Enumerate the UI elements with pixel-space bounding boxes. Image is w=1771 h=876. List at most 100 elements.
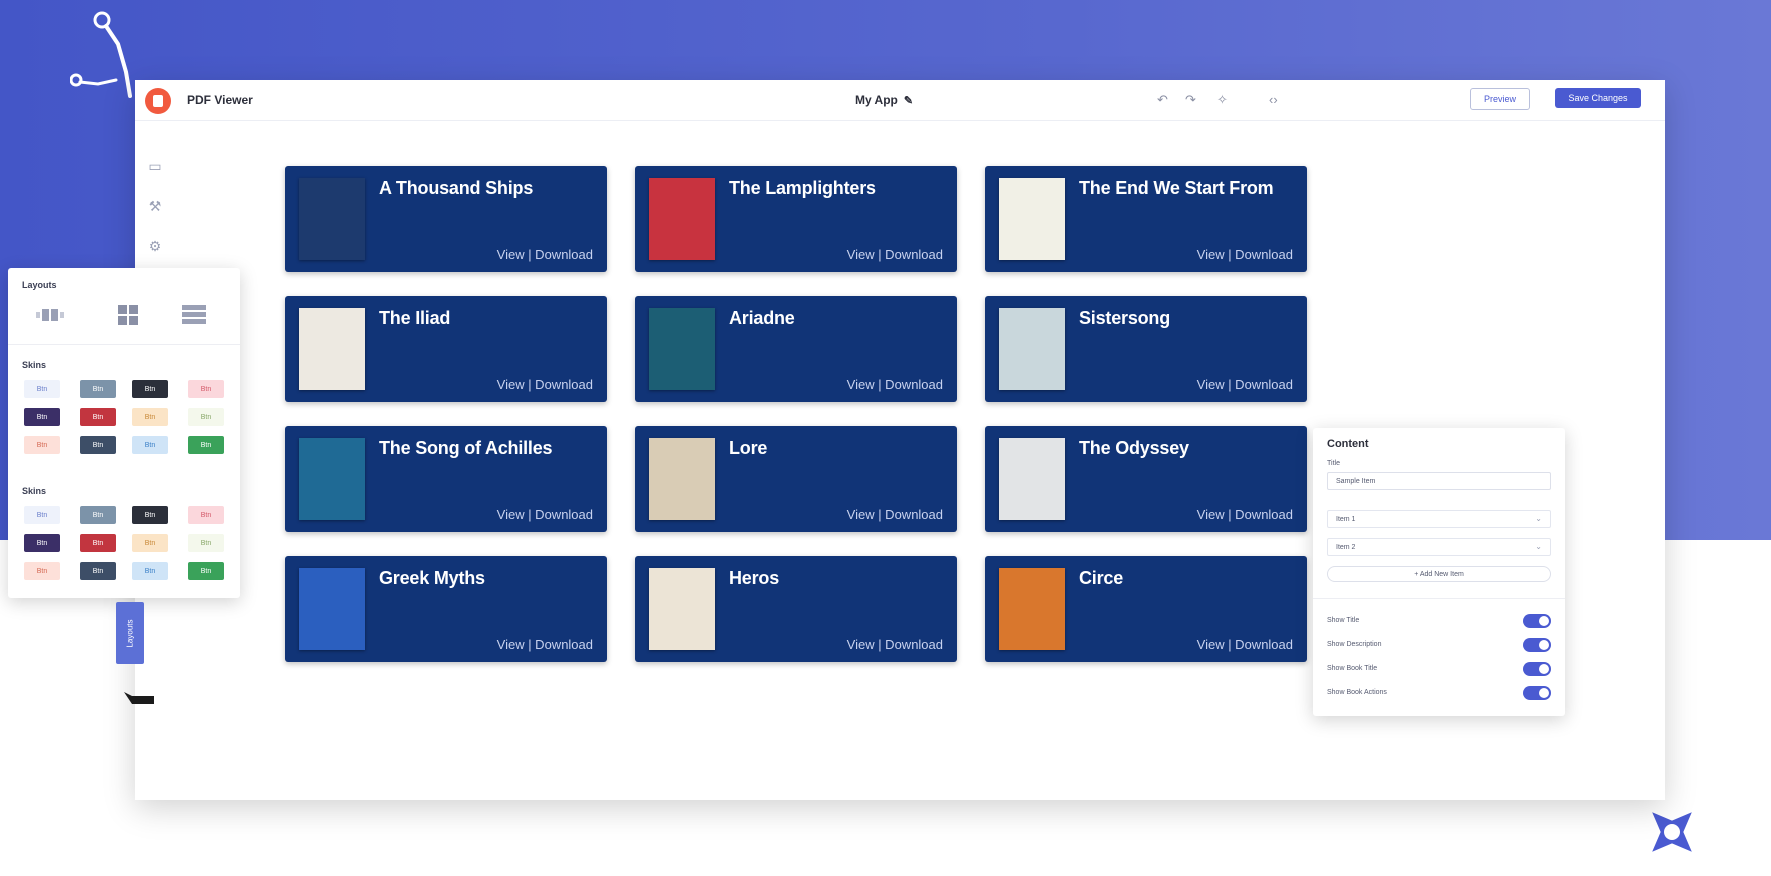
add-item-button[interactable]: + Add New Item [1327,566,1551,582]
skin-swatch[interactable]: Btn [24,562,60,580]
skins-section-title-2: Skins [22,486,47,496]
book-card[interactable]: Ariadne View | Download [635,296,957,402]
toggle-switch[interactable] [1523,686,1551,700]
settings-icon[interactable]: ⚙ [147,238,163,254]
skin-swatch[interactable]: Btn [132,380,168,398]
undo-icon[interactable]: ↶ [1157,92,1168,108]
skin-swatch[interactable]: Btn [80,436,116,454]
book-card[interactable]: The Song of Achilles View | Download [285,426,607,532]
skin-swatch[interactable]: Btn [24,436,60,454]
brand-star-logo [1652,812,1692,852]
book-card[interactable]: Lore View | Download [635,426,957,532]
preview-button[interactable]: Preview [1470,88,1530,110]
layouts-vertical-tab[interactable]: Layouts [116,602,144,664]
skin-swatch[interactable]: Btn [80,534,116,552]
document-name-label: My App [855,93,898,107]
view-download-links[interactable]: View | Download [497,247,593,262]
toggle-switch[interactable] [1523,662,1551,676]
skin-swatch[interactable]: Btn [24,380,60,398]
toggle-switch[interactable] [1523,614,1551,628]
book-card[interactable]: A Thousand Ships View | Download [285,166,607,272]
skin-swatch[interactable]: Btn [24,408,60,426]
book-cover-image[interactable] [299,178,365,260]
book-card[interactable]: The Odyssey View | Download [985,426,1307,532]
title-input[interactable]: Sample Item [1327,472,1551,490]
skin-swatch[interactable]: Btn [188,380,224,398]
book-title: The Iliad [379,308,451,328]
book-title: Heros [729,568,780,588]
layout-icon[interactable]: ▭ [147,158,163,174]
layout-grid-icon[interactable] [112,304,144,326]
skin-swatch[interactable]: Btn [188,562,224,580]
code-icon[interactable]: ‹› [1269,92,1278,107]
layout-carousel-icon[interactable] [34,304,66,326]
view-download-links[interactable]: View | Download [1197,637,1293,652]
book-cover-image[interactable] [999,308,1065,390]
view-download-links[interactable]: View | Download [497,507,593,522]
skin-swatch[interactable]: Btn [132,408,168,426]
chevron-down-icon[interactable]: ⌄ [1535,514,1542,523]
skin-swatch[interactable]: Btn [80,408,116,426]
toggle-row: Show Description [1327,638,1551,654]
skin-swatch[interactable]: Btn [80,380,116,398]
redo-icon[interactable]: ↷ [1185,92,1196,108]
top-bar: PDF Viewer My App ✎ ↶ ↷ ✧ ‹› Preview Save… [135,80,1665,121]
skin-swatch[interactable]: Btn [188,506,224,524]
view-download-links[interactable]: View | Download [847,247,943,262]
skin-swatch[interactable]: Btn [80,562,116,580]
view-download-links[interactable]: View | Download [1197,247,1293,262]
book-card[interactable]: Sistersong View | Download [985,296,1307,402]
content-panel: Content Title Sample Item Item 1 ⌄ Item … [1313,428,1565,716]
toggle-switch[interactable] [1523,638,1551,652]
divider [1313,598,1565,599]
book-card[interactable]: Heros View | Download [635,556,957,662]
view-download-links[interactable]: View | Download [847,637,943,652]
view-download-links[interactable]: View | Download [847,377,943,392]
book-cover-image[interactable] [649,308,715,390]
view-download-links[interactable]: View | Download [497,377,593,392]
book-card[interactable]: Greek Myths View | Download [285,556,607,662]
chevron-down-icon[interactable]: ⌄ [1535,542,1542,551]
toggle-row: Show Book Actions [1327,686,1551,702]
wrench-icon[interactable]: ⚒ [147,198,163,214]
view-download-links[interactable]: View | Download [1197,377,1293,392]
layout-list-icon[interactable] [178,304,210,326]
toggle-label: Show Book Title [1327,665,1378,672]
book-cover-image[interactable] [649,178,715,260]
book-card[interactable]: The Iliad View | Download [285,296,607,402]
skin-swatch[interactable]: Btn [24,506,60,524]
document-name[interactable]: My App ✎ [855,93,913,107]
skin-swatch[interactable]: Btn [132,562,168,580]
magic-icon[interactable]: ✧ [1217,92,1228,108]
content-item[interactable]: Item 1 ⌄ [1327,510,1551,528]
book-card[interactable]: Circe View | Download [985,556,1307,662]
save-changes-button[interactable]: Save Changes [1555,88,1641,108]
book-cover-image[interactable] [299,438,365,520]
book-cover-image[interactable] [999,568,1065,650]
view-download-links[interactable]: View | Download [847,507,943,522]
book-cover-image[interactable] [649,438,715,520]
skin-swatch[interactable]: Btn [188,408,224,426]
skin-swatch[interactable]: Btn [24,534,60,552]
view-download-links[interactable]: View | Download [497,637,593,652]
toggle-label: Show Title [1327,617,1360,624]
book-cover-image[interactable] [999,438,1065,520]
robot-arm-illustration [70,11,132,98]
book-card[interactable]: The Lamplighters View | Download [635,166,957,272]
book-card[interactable]: The End We Start From View | Download [985,166,1307,272]
view-download-links[interactable]: View | Download [1197,507,1293,522]
toggle-row: Show Title [1327,614,1551,630]
skin-swatch[interactable]: Btn [188,436,224,454]
skin-swatch[interactable]: Btn [80,506,116,524]
skin-swatch[interactable]: Btn [132,534,168,552]
book-cover-image[interactable] [299,568,365,650]
book-cover-image[interactable] [299,308,365,390]
skin-swatch[interactable]: Btn [132,436,168,454]
skin-swatch[interactable]: Btn [132,506,168,524]
book-cover-image[interactable] [999,178,1065,260]
edit-pen-icon[interactable]: ✎ [904,95,913,107]
book-cover-image[interactable] [649,568,715,650]
toggle-row: Show Book Title [1327,662,1551,678]
content-item[interactable]: Item 2 ⌄ [1327,538,1551,556]
skin-swatch[interactable]: Btn [188,534,224,552]
